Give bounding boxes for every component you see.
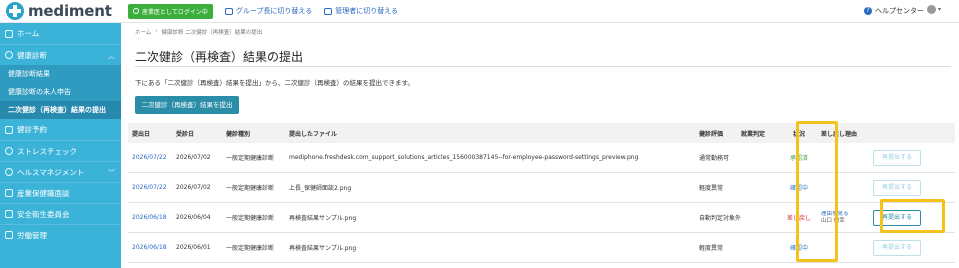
chevron-down-icon: ▾ [938, 6, 942, 13]
col-header-received: 受診日 [176, 130, 195, 138]
received-date: 2026/06/04 [176, 214, 211, 221]
exam-type: 一般定期健康診断 [226, 245, 275, 252]
evaluation: 軽度異常 [699, 185, 724, 192]
logo-cross-icon [6, 2, 24, 20]
evaluation: 軽度異常 [699, 245, 724, 252]
chevron-down-icon: ﹀ [108, 169, 115, 177]
breadcrumb-current: 健康診断 二次健診（再検査）結果の提出 [161, 30, 263, 36]
avatar-icon [927, 5, 936, 14]
sidebar-item-label: 産業保健職面談 [17, 188, 70, 198]
sidebar-subitem-label: 健康診断結果 [8, 70, 50, 78]
submitted-date-link[interactable]: 2026/07/22 [128, 154, 176, 161]
resubmit-button[interactable]: 再提出する [873, 239, 921, 256]
sidebar-item-interview[interactable]: 産業保健職面談 [0, 182, 121, 203]
resubmit-button[interactable]: 再提出する [873, 149, 921, 166]
stethoscope-icon [5, 51, 13, 59]
labor-icon [5, 231, 13, 239]
exam-type: 一般定期健康診断 [226, 155, 275, 162]
logo[interactable]: mediment [6, 2, 116, 20]
switch-to-group-link[interactable]: グループ長に切り替える [224, 6, 313, 16]
top-bar: mediment 産業医としてログイン中 グループ長に切り替える 管理者に切り替… [0, 0, 959, 23]
sidebar-item-label: 健康診断 [17, 50, 47, 60]
role-badge-label: 産業医としてログイン中 [142, 8, 208, 16]
health-management-icon [5, 168, 13, 176]
action-cell: 再提出する [873, 179, 947, 196]
switch-group-label: グループ長に切り替える [235, 7, 313, 15]
logo-text: mediment [28, 2, 112, 20]
chevron-up-icon: ︿ [108, 52, 115, 60]
user-menu[interactable]: ▾ [927, 5, 941, 14]
help-center-link[interactable]: ? ヘルプセンター [864, 6, 924, 16]
action-cell: 再提出する [873, 239, 947, 256]
role-badge: 産業医としてログイン中 [128, 3, 213, 19]
col-header-type: 健診種別 [226, 130, 251, 138]
evaluation: 自動判定対象外 [699, 215, 741, 222]
sidebar-item-label: ヘルスマネジメント [17, 167, 85, 177]
sidebar-item-committee[interactable]: 安全衛生委員会 [0, 203, 121, 224]
sidebar-item-label: ストレスチェック [17, 146, 77, 156]
sidebar-subitem-unreported[interactable]: 健康診断の未人申告 [0, 83, 121, 101]
sidebar-subitem-label: 二次健診（再検査）結果の提出 [8, 106, 106, 114]
col-header-file: 提出したファイル [289, 130, 338, 138]
breadcrumb-separator: › [155, 28, 158, 34]
breadcrumb: ホーム › 健康診断 二次健診（再検査）結果の提出 [135, 28, 262, 36]
resubmit-button-highlight [880, 199, 945, 233]
help-label: ヘルプセンター [875, 7, 924, 15]
action-cell: 再提出する [873, 149, 947, 166]
sidebar-item-label: 健診予約 [17, 125, 47, 134]
received-date: 2026/07/02 [176, 184, 211, 191]
sidebar-item-stress-check[interactable]: ストレスチェック [0, 140, 121, 161]
sidebar-subitem-secondary-submit[interactable]: 二次健診（再検査）結果の提出 [0, 101, 121, 119]
col-header-employment: 就業判定 [741, 130, 766, 138]
received-date: 2026/07/02 [176, 154, 211, 161]
sidebar-item-health-management[interactable]: ヘルスマネジメント ﹀ [0, 161, 121, 182]
page-title: 二次健診（再検査）結果の提出 [135, 50, 304, 64]
sidebar-item-health-check[interactable]: 健康診断 ︿ [0, 44, 121, 65]
sidebar-subitem-label: 健康診断の未人申告 [8, 88, 71, 96]
switch-to-admin-link[interactable]: 管理者に切り替える [324, 6, 398, 16]
breadcrumb-home[interactable]: ホーム [135, 28, 151, 36]
home-icon [5, 29, 13, 38]
sidebar-item-labor[interactable]: 労働管理 [0, 224, 121, 245]
file-name: 上長_保健師面談2.png [289, 185, 352, 192]
group-icon [224, 7, 233, 15]
heart-icon [5, 147, 13, 155]
col-header-eval: 健診評価 [699, 130, 724, 138]
sidebar-item-home[interactable]: ホーム [0, 23, 121, 44]
evaluation: 通常勤務可 [699, 155, 730, 162]
sidebar-item-label: ホーム [17, 29, 40, 38]
submitted-date-link[interactable]: 2026/07/22 [128, 184, 176, 191]
submit-result-button[interactable]: 二次健診（再検査）結果を提出 [135, 96, 239, 114]
page-description: 下にある「二次健診（再検査）結果を提出」から、二次健診（再検査）の結果を提出でき… [135, 79, 414, 87]
file-name: mediphone.freshdesk.com_support_solution… [289, 154, 639, 161]
exam-type: 一般定期健康診断 [226, 215, 275, 222]
submitted-date-link[interactable]: 2026/06/18 [128, 244, 176, 251]
committee-icon [5, 210, 13, 218]
sidebar-item-reservation[interactable]: 健診予約 [0, 119, 121, 140]
sidebar-item-label: 労働管理 [17, 230, 47, 240]
calendar-icon [5, 125, 13, 134]
exam-type: 一般定期健康診断 [226, 185, 275, 192]
status-column-highlight [796, 121, 838, 262]
resubmit-button[interactable]: 再提出する [873, 179, 921, 196]
file-name: 再検査結果サンプル.png [289, 245, 357, 252]
sidebar-subitem-results[interactable]: 健康診断結果 [0, 65, 121, 83]
received-date: 2026/06/01 [176, 244, 211, 251]
submitted-date-link[interactable]: 2026/06/18 [128, 214, 176, 221]
file-name: 再検査結果サンプル.png [289, 215, 357, 222]
col-header-submitted: 提出日 [132, 130, 151, 138]
switch-admin-label: 管理者に切り替える [335, 7, 398, 15]
admin-icon [324, 7, 333, 15]
sidebar-item-label: 安全衛生委員会 [17, 209, 70, 219]
sidebar: ホーム 健康診断 ︿ 健康診断結果 健康診断の未人申告 二次健診（再検査）結果の… [0, 23, 121, 268]
interview-icon [5, 189, 13, 197]
help-icon: ? [864, 7, 872, 15]
user-icon [133, 8, 139, 14]
title-divider [135, 66, 951, 67]
